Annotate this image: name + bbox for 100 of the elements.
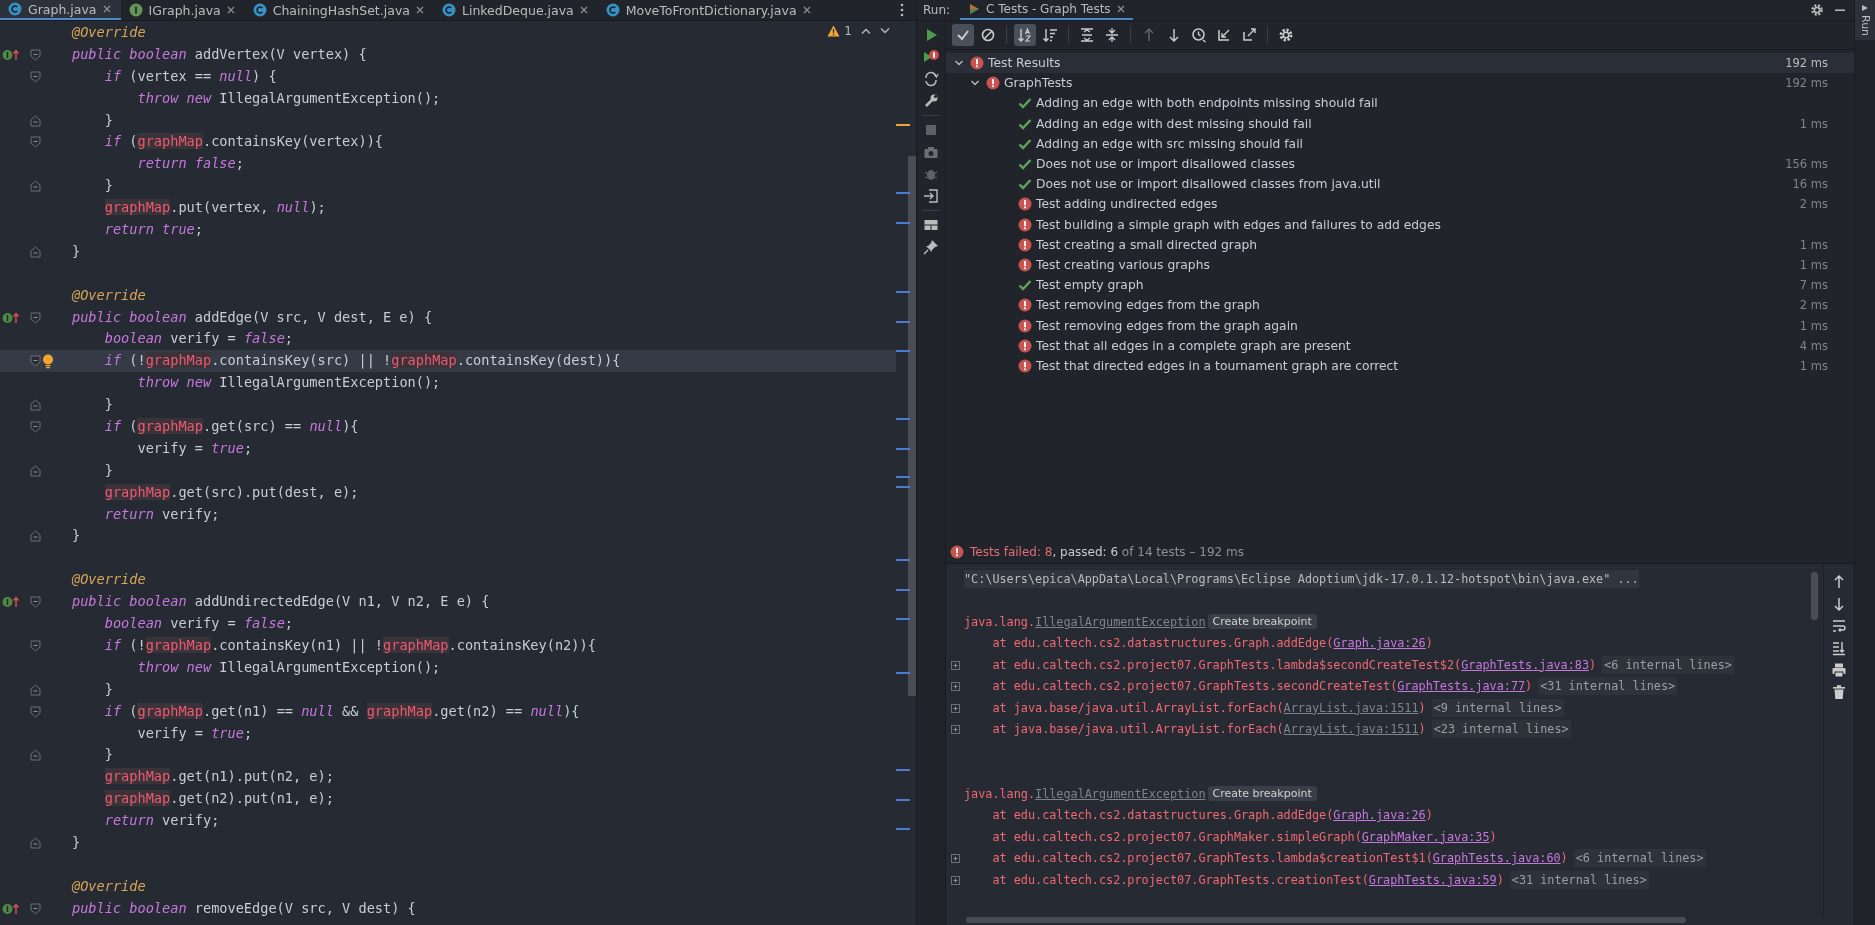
fold-marker-icon[interactable] [29,245,41,258]
fold-marker-icon[interactable] [29,530,41,543]
editor-tab[interactable]: MoveToFrontDictionary.java [597,0,821,20]
editor-tab[interactable]: Graph.java [0,0,121,20]
chevron-up-icon[interactable] [861,27,871,35]
scroll-to-end-icon[interactable] [1831,640,1847,656]
internal-lines-label[interactable]: <6 internal lines> [1573,849,1706,868]
exception-link[interactable]: IllegalArgumentException [1035,786,1206,801]
internal-lines-label[interactable]: <6 internal lines> [1602,655,1734,674]
fold-marker-icon[interactable] [29,420,41,433]
fold-marker-icon[interactable] [29,136,41,149]
code-line: throw new IllegalArgumentException(); [136,657,442,677]
test-item[interactable]: Adding an edge with both endpoints missing should fail [1036,96,1378,111]
internal-lines-label[interactable]: <31 internal lines> [1538,677,1678,696]
test-item[interactable]: Test that directed edges in a tournament graph are correct [1036,358,1399,373]
editor-tab[interactable]: IGraph.java [120,0,245,20]
stop-icon[interactable] [923,122,939,138]
layout-icon[interactable] [923,217,939,233]
test-item[interactable]: Test empty graph [1036,278,1144,293]
plus-box-icon[interactable] [950,725,960,735]
fold-marker-icon[interactable] [29,705,41,718]
chevron-down-icon[interactable] [880,27,890,35]
editor-tab[interactable]: LinkedDeque.java [433,0,598,20]
fold-marker-icon[interactable] [29,70,41,83]
wrench-icon[interactable] [923,93,939,109]
fold-marker-icon[interactable] [29,464,41,477]
source-link[interactable]: ArrayList.java:1511 [1283,722,1419,737]
test-item[interactable]: Test creating a small directed graph [1036,237,1258,252]
trash-icon[interactable] [1831,684,1847,700]
test-item[interactable]: Does not use or import disallowed classes from java.util [1036,177,1381,192]
code-line: } [103,176,114,196]
fold-marker-icon[interactable] [29,180,41,193]
test-item[interactable]: Test Results [988,56,1061,71]
close-icon[interactable] [1116,5,1125,13]
test-item[interactable]: Test creating various graphs [1036,257,1210,272]
run-tab[interactable]: C Tests - Graph Tests [960,0,1133,20]
plus-box-icon[interactable] [950,660,960,670]
test-item[interactable]: Does not use or import disallowed classes [1036,157,1295,172]
source-link[interactable]: GraphTests.java:77 [1397,679,1526,694]
run-tool-window-button[interactable]: Run [1855,0,1875,41]
refresh-icon[interactable] [923,71,939,87]
close-icon[interactable] [415,6,424,14]
rerun-failed-icon[interactable] [923,49,939,65]
test-duration: 1 ms [1799,318,1828,333]
fold-marker-icon[interactable] [29,596,41,609]
scrollbar-thumb[interactable] [966,917,1686,923]
plus-box-icon[interactable] [950,854,960,864]
create-breakpoint-button[interactable]: Create breakpoint [1207,614,1317,630]
test-item[interactable]: Adding an edge with dest missing should fail [1036,116,1312,131]
editor-tab[interactable]: ChainingHashSet.java [244,0,434,20]
pin-icon[interactable] [923,239,939,255]
camera-icon[interactable] [923,144,939,160]
plus-box-icon[interactable] [950,682,960,692]
close-icon[interactable] [102,5,111,13]
soft-wrap-icon[interactable] [1831,618,1847,634]
test-item[interactable]: Test removing edges from the graph again [1036,318,1298,333]
source-link[interactable]: ArrayList.java:1511 [1283,700,1419,715]
create-breakpoint-button[interactable]: Create breakpoint [1207,786,1317,802]
exception-link[interactable]: IllegalArgumentException [1035,614,1206,629]
test-item[interactable]: Test adding undirected edges [1036,197,1218,212]
source-link[interactable]: Graph.java:26 [1333,808,1426,823]
fold-marker-icon[interactable] [29,902,41,915]
warning-count[interactable]: 1 [827,24,852,38]
close-icon[interactable] [226,6,235,14]
plus-box-icon[interactable] [950,703,960,713]
print-icon[interactable] [1831,662,1847,678]
source-link[interactable]: GraphTests.java:60 [1432,851,1561,866]
source-link[interactable]: GraphMaker.java:35 [1361,829,1490,844]
internal-lines-label[interactable]: <31 internal lines> [1509,870,1649,889]
fold-marker-icon[interactable] [29,683,41,696]
fold-marker-icon[interactable] [29,355,41,368]
internal-lines-label[interactable]: <9 internal lines> [1431,698,1564,717]
more-options-icon[interactable] [900,3,904,17]
internal-lines-label[interactable]: <23 internal lines> [1431,720,1571,739]
code-line: if (vertex == null) { [103,66,278,86]
test-item[interactable]: Test removing edges from the graph [1036,298,1260,313]
source-link[interactable]: GraphTests.java:83 [1461,657,1589,672]
lightbulb-icon[interactable] [42,353,54,369]
stack-trace-line: at edu.caltech.cs2.datastructures.Graph.addEdge(Graph.java:26) [991,808,1433,823]
fold-marker-icon[interactable] [29,749,41,762]
close-icon[interactable] [579,6,588,14]
fold-marker-icon[interactable] [29,836,41,849]
test-item[interactable]: GraphTests [1004,76,1073,91]
source-link[interactable]: Graph.java:26 [1333,636,1426,651]
exit-icon[interactable] [923,188,939,204]
fold-marker-icon[interactable] [29,311,41,324]
scrollbar-thumb[interactable] [1811,572,1818,620]
close-icon[interactable] [802,6,811,14]
fold-marker-icon[interactable] [29,399,41,412]
source-link[interactable]: GraphTests.java:59 [1368,872,1497,887]
fold-marker-icon[interactable] [29,639,41,652]
fold-marker-icon[interactable] [29,48,41,61]
arrow-down-icon[interactable] [1831,596,1847,612]
test-item[interactable]: Test building a simple graph with edges and failures to add edges [1036,217,1441,232]
panel-title: Run: [923,3,951,17]
settings-icon[interactable] [1810,3,1824,17]
plus-box-icon[interactable] [950,875,960,885]
test-item[interactable]: Test that all edges in a complete graph are present [1036,338,1351,353]
fold-marker-icon[interactable] [29,114,41,127]
test-item[interactable]: Adding an edge with src missing should fail [1036,136,1303,151]
